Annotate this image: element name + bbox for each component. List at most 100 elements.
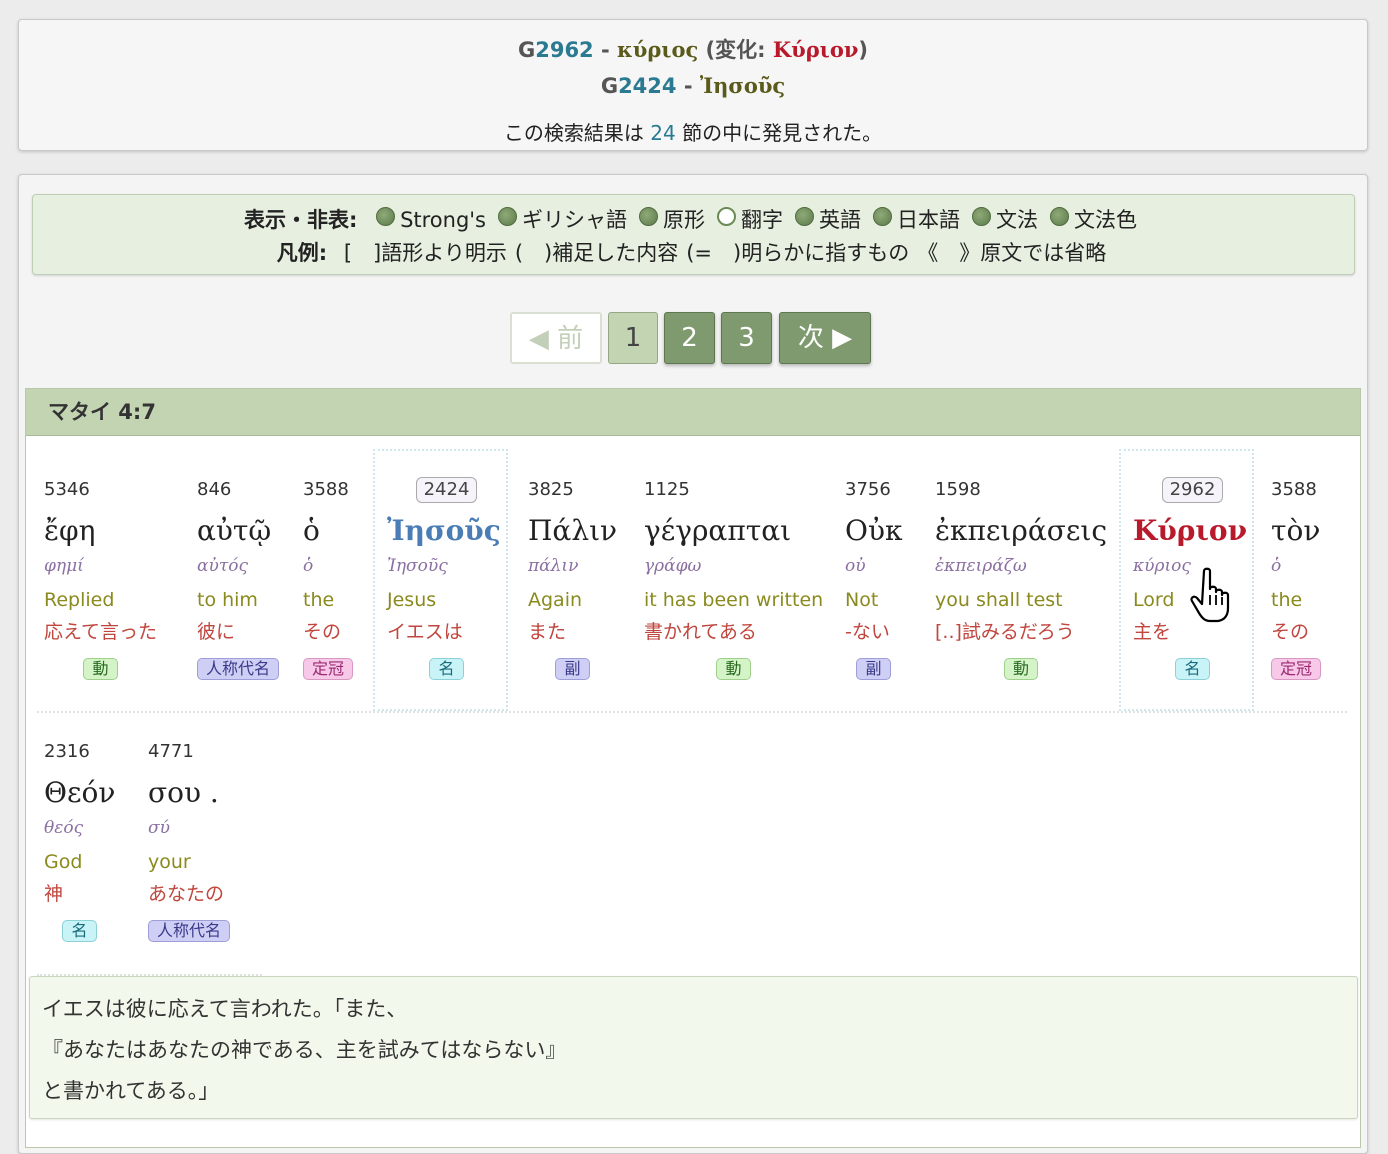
greek-word[interactable]: Θεόν (44, 775, 115, 811)
grammar-row: 副 (528, 658, 617, 682)
header-line-strongs-2424: G2424 - Ἰησοῦς (19, 73, 1367, 98)
strongs-number[interactable]: 2424 (618, 74, 676, 98)
radio-on-icon[interactable] (795, 207, 815, 226)
grammar-badge: 定冠 (1271, 658, 1322, 680)
strongs-number[interactable]: 5346 (44, 477, 157, 503)
toggle-item-label: 文法 (996, 208, 1039, 232)
strongs-number[interactable]: 2424 (387, 477, 506, 503)
greek-word[interactable]: σου . (148, 775, 230, 811)
english-gloss: the (303, 589, 335, 611)
toggle-item-label: 原形 (663, 208, 706, 232)
strongs-number[interactable]: 3825 (528, 477, 617, 503)
toggle-item[interactable]: 原形 (639, 204, 705, 234)
strongs-number[interactable]: 846 (197, 477, 279, 503)
radio-on-icon[interactable] (873, 207, 893, 226)
strongs-number-badge[interactable]: 2962 (1161, 477, 1224, 503)
radio-on-icon[interactable] (972, 207, 992, 226)
result-count-prefix: この検索結果は (503, 121, 651, 145)
toggle-label: 表示・非表: (243, 208, 358, 232)
strongs-prefix: G (517, 38, 536, 62)
strongs-number[interactable]: 3588 (1271, 477, 1321, 503)
strongs-number[interactable]: 2962 (535, 38, 593, 62)
verse-reference[interactable]: マタイ 4:7 (26, 389, 1360, 436)
strongs-number-badge[interactable]: 2424 (415, 477, 478, 503)
strongs-number[interactable]: 4771 (148, 739, 230, 765)
strongs-number[interactable]: 1598 (935, 477, 1107, 503)
greek-word[interactable]: Ἰησοῦς (387, 513, 506, 549)
greek-word[interactable]: ἔφη (44, 513, 157, 549)
legend-item: (= )明らかに指すもの (686, 241, 909, 265)
lemma: ὁ (1271, 556, 1282, 576)
legend-item: ( )補足した内容 (515, 241, 678, 265)
interlinear-word: 4771 σου . σύ your あなたの 人称代名 (134, 711, 231, 973)
english-gloss: Replied (44, 589, 115, 611)
japanese-translation: イエスは彼に応えて言われた。「また、 『あなたはあなたの神である、主を試みてはなら… (29, 976, 1358, 1119)
strongs-number[interactable]: 2316 (44, 739, 115, 765)
page-2-button[interactable]: 2 (664, 312, 715, 364)
lemma: φημί (44, 556, 84, 576)
legend-text: 語形より明示 (381, 241, 507, 265)
prev-page-button[interactable]: ◀ 前 (510, 312, 602, 364)
lemma: οὐ (845, 556, 866, 576)
lemma: θεός (44, 818, 84, 838)
legend-text: 補足した内容 (552, 241, 679, 265)
strongs-number[interactable]: 3588 (303, 477, 353, 503)
english-gloss: the (1271, 589, 1303, 611)
japanese-gloss: 彼に (197, 621, 236, 643)
toggle-item[interactable]: 日本語 (873, 204, 960, 234)
next-page-button[interactable]: 次 ▶ (779, 312, 871, 364)
toggle-item[interactable]: 翻字 (717, 204, 783, 234)
radio-on-icon[interactable] (1050, 207, 1070, 226)
interlinear-word: 2424 Ἰησοῦς Ἰησοῦς Jesus イエスは名 (373, 449, 508, 711)
grammar-row: 動 (644, 658, 823, 682)
variant-word: Κύριον (772, 37, 859, 62)
japanese-gloss: -ない (845, 621, 890, 643)
page-1-button[interactable]: 1 (608, 312, 658, 364)
lemma: πάλιν (528, 556, 579, 576)
grammar-badge: 人称代名 (148, 920, 231, 942)
radio-on-icon[interactable] (376, 207, 396, 226)
interlinear-word: 3825 Πάλιν πάλιν Again また副 (514, 449, 617, 711)
translation-line: 『あなたはあなたの神である、主を試みてはならない』 (42, 1038, 567, 1062)
interlinear-word: 3588 ὁ ὁ the その 定冠 (289, 449, 354, 711)
radio-off-icon[interactable] (717, 207, 737, 226)
toggle-item-label: 英語 (819, 208, 862, 232)
greek-word[interactable]: ἐκπειράσεις (935, 513, 1107, 549)
greek-word[interactable]: Κύριον (1133, 513, 1252, 549)
strongs-number[interactable]: 1125 (644, 477, 823, 503)
toggle-item[interactable]: ギリシャ語 (498, 204, 627, 234)
greek-word[interactable]: Πάλιν (528, 513, 617, 549)
interlinear-word: 2316 Θεόν θεός God 神名 (30, 711, 115, 973)
display-toggles-panel: 表示・非表: Strong's ギリシャ語 原形 翻字 英語 日本語 文法 文法色 凡例: [… (32, 194, 1355, 275)
greek-word[interactable]: Οὐκ (845, 513, 902, 549)
grammar-row: 定冠 (303, 658, 354, 682)
legend-mark: 《 》 (917, 241, 981, 265)
toggle-item[interactable]: Strong's (376, 207, 486, 232)
toggle-item[interactable]: 文法 (972, 204, 1038, 234)
interlinear-word: 1598 ἐκπειράσεις ἐκπειράζω you shall test [.… (921, 449, 1107, 711)
english-gloss: God (44, 851, 83, 873)
japanese-gloss: 書かれてある (644, 621, 757, 643)
greek-word[interactable]: αὐτῷ (197, 513, 279, 549)
interlinear-word: 3756 Οὐκ οὐ Not -ない副 (831, 449, 902, 711)
english-gloss: Not (845, 589, 879, 611)
strongs-number[interactable]: 2962 (1133, 477, 1252, 503)
greek-word[interactable]: γέγραπται (644, 513, 823, 549)
grammar-badge: 動 (83, 658, 118, 680)
greek-word[interactable]: τὸν (1271, 513, 1321, 549)
english-gloss: Jesus (387, 589, 437, 611)
grammar-badge: 副 (856, 658, 891, 680)
page-3-button[interactable]: 3 (721, 312, 772, 364)
legend-mark: ( ) (514, 241, 553, 265)
pagination: ◀ 前 1 2 3 次 ▶ (19, 312, 1367, 364)
greek-word[interactable]: ὁ (303, 513, 353, 549)
grammar-row: 人称代名 (197, 658, 280, 682)
radio-on-icon[interactable] (639, 207, 659, 226)
legend-item: [ ]語形より明示 (344, 241, 507, 265)
toggle-item[interactable]: 文法色 (1050, 204, 1137, 234)
radio-on-icon[interactable] (498, 207, 518, 226)
strongs-number[interactable]: 3756 (845, 477, 902, 503)
toggle-item[interactable]: 英語 (795, 204, 861, 234)
toggle-item-label: ギリシャ語 (522, 208, 628, 232)
grammar-row: 名 (387, 658, 506, 682)
